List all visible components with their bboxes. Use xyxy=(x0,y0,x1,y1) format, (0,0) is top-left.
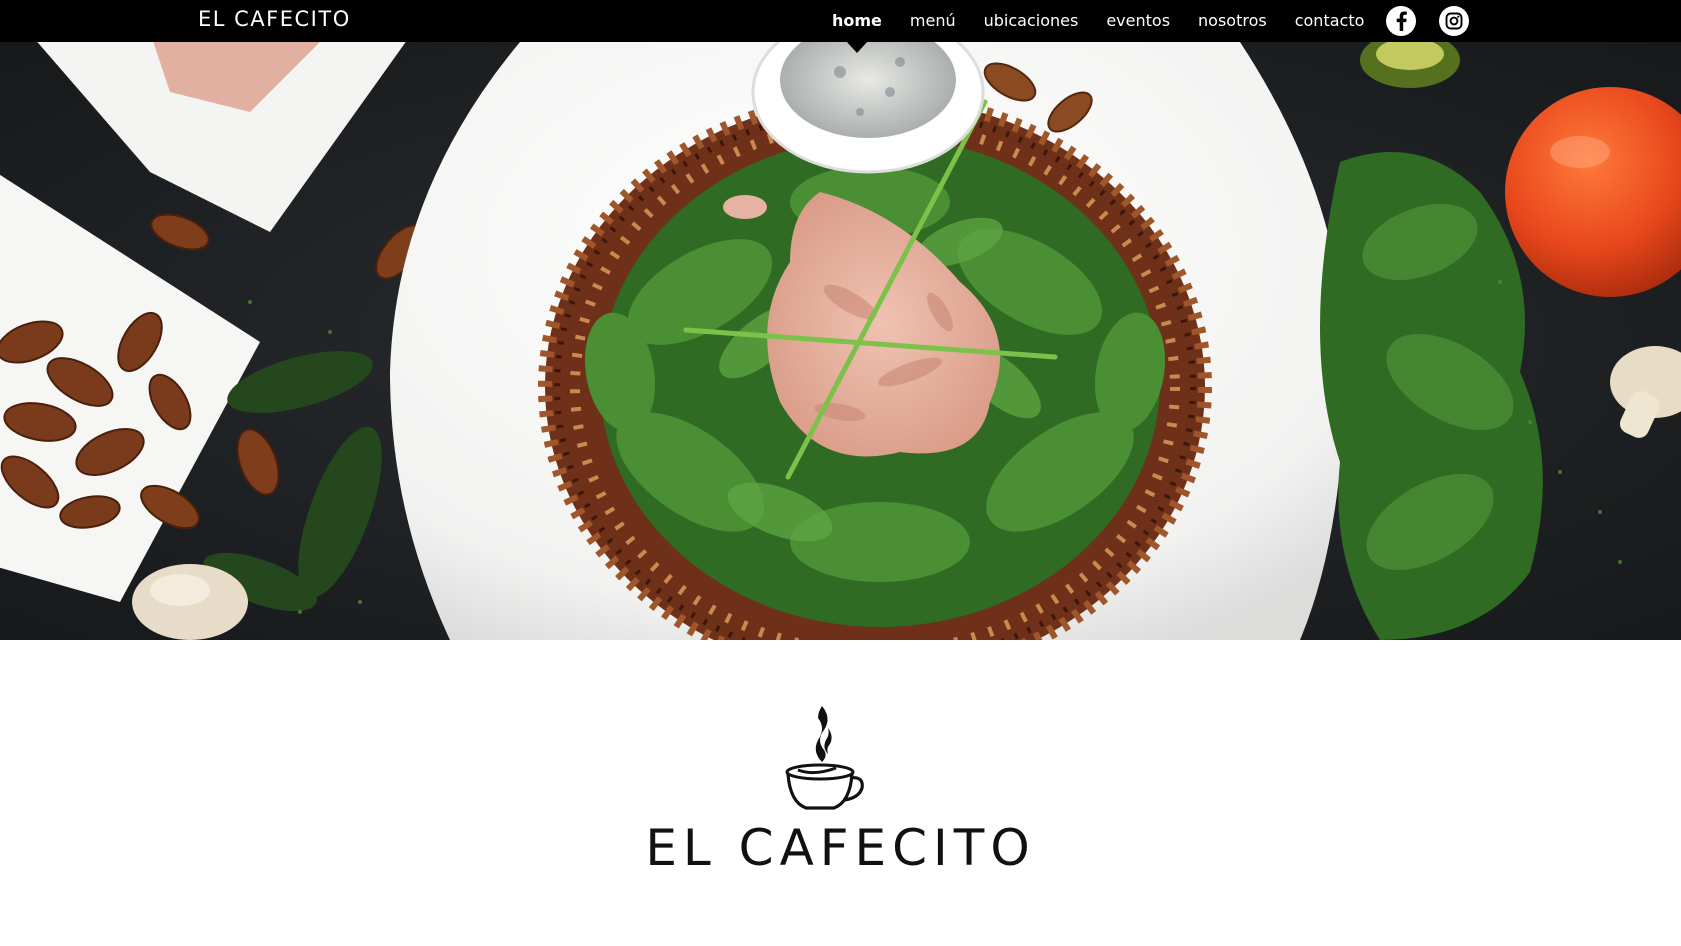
top-nav-bar: EL CAFECITO home menú ubicaciones evento… xyxy=(0,0,1681,53)
nav-item-home[interactable]: home xyxy=(818,0,896,53)
coffee-cup-icon xyxy=(785,706,864,810)
facebook-link[interactable] xyxy=(1386,6,1416,36)
nav-item-ubicaciones[interactable]: ubicaciones xyxy=(970,0,1093,42)
brand-logo-link[interactable]: EL CAFECITO xyxy=(198,7,351,31)
salad-plate-photo xyxy=(0,42,1681,640)
instagram-icon xyxy=(1445,12,1463,30)
nav-item-contacto[interactable]: contacto xyxy=(1281,0,1379,42)
nav-item-nosotros[interactable]: nosotros xyxy=(1184,0,1281,42)
logo-wordmark: EL CAFECITO xyxy=(645,819,1036,877)
facebook-icon xyxy=(1396,11,1407,31)
logo-section: EL CAFECITO xyxy=(0,640,1681,946)
nav-item-menu[interactable]: menú xyxy=(896,0,970,42)
main-nav: home menú ubicaciones eventos nosotros c… xyxy=(818,0,1379,53)
hero-banner xyxy=(0,42,1681,640)
nav-item-eventos[interactable]: eventos xyxy=(1092,0,1184,42)
instagram-link[interactable] xyxy=(1439,6,1469,36)
